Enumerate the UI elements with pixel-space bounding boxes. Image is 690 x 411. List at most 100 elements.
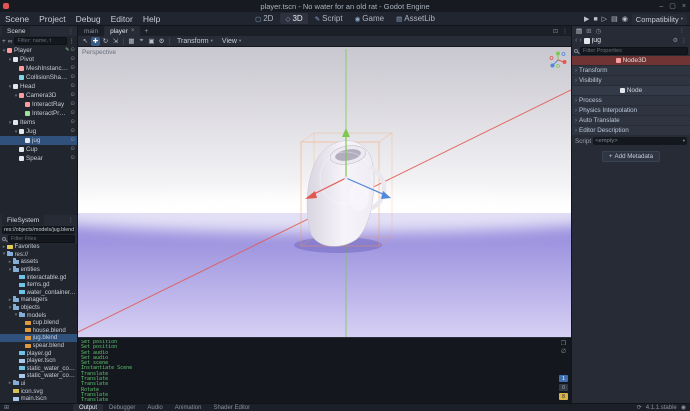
instance-scene-button[interactable]: ∞: [8, 38, 13, 45]
category-node3d[interactable]: Node3D: [572, 56, 690, 65]
inspector-filter-input[interactable]: [580, 47, 688, 55]
visibility-eye-icon[interactable]: ⊙: [70, 93, 75, 99]
section-transform[interactable]: › Transform: [572, 66, 690, 75]
version-label[interactable]: 4.1.1.stable: [646, 405, 677, 411]
add-metadata-button[interactable]: + Add Metadata: [602, 151, 660, 162]
expand-panel-icon[interactable]: ⊡: [553, 28, 558, 35]
tree-node-row[interactable]: InteractPrompt⊙: [0, 109, 77, 118]
fs-row[interactable]: ▾entities: [0, 266, 77, 274]
gizmo-center-handle[interactable]: [345, 177, 348, 180]
visibility-eye-icon[interactable]: ⊙: [70, 156, 75, 162]
section-visibility[interactable]: › Visibility: [572, 76, 690, 85]
scale-tool[interactable]: ⇲: [111, 37, 120, 46]
fs-row[interactable]: interactable.gd: [0, 273, 77, 281]
workspace-script-button[interactable]: ✎Script: [310, 13, 348, 24]
menu-debug[interactable]: Debug: [71, 14, 106, 24]
add-node-button[interactable]: +: [2, 38, 6, 45]
message-count-badge[interactable]: 1: [559, 375, 568, 382]
select-tool[interactable]: ↖: [81, 37, 90, 46]
object-menu-icon[interactable]: ⋮: [681, 37, 687, 44]
workspace-game-button[interactable]: ◉Game: [350, 13, 389, 24]
bottom-tab-debugger[interactable]: Debugger: [103, 404, 141, 411]
viewport-3d[interactable]: Perspective: [78, 47, 571, 337]
visibility-eye-icon[interactable]: ⊙: [70, 138, 75, 144]
gizmo-settings-icon[interactable]: ⚙: [157, 37, 166, 46]
fs-row[interactable]: ▾res://: [0, 251, 77, 259]
visibility-eye-icon[interactable]: ⊙: [70, 66, 75, 72]
workspace-assetlib-button[interactable]: ▤AssetLib: [391, 13, 440, 24]
fs-row[interactable]: ▾models: [0, 311, 77, 319]
fs-row[interactable]: items.gd: [0, 281, 77, 289]
tab-inspector[interactable]: ▤: [576, 27, 582, 35]
menu-scene[interactable]: Scene: [0, 14, 34, 24]
tree-node-row[interactable]: ▾Pivot⊙: [0, 55, 77, 64]
projection-menu[interactable]: Perspective: [82, 49, 116, 56]
tree-node-row[interactable]: MeshInstance3D⊙: [0, 64, 77, 73]
bottom-tab-audio[interactable]: Audio: [141, 404, 168, 411]
script-icon[interactable]: ✎: [65, 48, 69, 53]
visibility-eye-icon[interactable]: ⊙: [70, 57, 75, 63]
copy-icon[interactable]: ❐: [561, 341, 566, 347]
bottom-tab-animation[interactable]: Animation: [169, 404, 208, 411]
filesystem-path-bar[interactable]: res://objects/models/jug.blend ★: [2, 226, 75, 234]
history-back-icon[interactable]: ‹: [575, 37, 577, 44]
tree-node-row[interactable]: CollisionShape3D⊙: [0, 73, 77, 82]
move-tool[interactable]: ✚: [91, 37, 100, 46]
section-auto-translate[interactable]: › Auto Translate: [572, 116, 690, 125]
visibility-eye-icon[interactable]: ⊙: [70, 120, 75, 126]
fs-row[interactable]: cup.blend: [0, 319, 77, 327]
selection-list-tool[interactable]: ▦: [127, 37, 136, 46]
fs-row[interactable]: house.blend: [0, 327, 77, 335]
tab-list-menu-icon[interactable]: ⋮: [562, 28, 568, 35]
tree-node-row[interactable]: ▾Jug⊙: [0, 127, 77, 136]
visibility-eye-icon[interactable]: ⊙: [70, 129, 75, 135]
fs-row[interactable]: ▸assets: [0, 258, 77, 266]
fs-row[interactable]: water_container.gd: [0, 289, 77, 297]
scene-options-icon[interactable]: ⋮: [69, 37, 76, 45]
close-button[interactable]: ×: [682, 3, 686, 10]
add-scene-tab-button[interactable]: +: [140, 26, 152, 36]
section-editor-description[interactable]: › Editor Description: [572, 126, 690, 135]
tab-history[interactable]: ◷: [596, 27, 602, 35]
dock-menu-icon[interactable]: ⋮: [68, 217, 75, 224]
bottom-tab-output[interactable]: Output: [73, 404, 103, 411]
tab-node[interactable]: ⊞: [586, 27, 591, 35]
fs-row[interactable]: ▾objects: [0, 304, 77, 312]
fs-row[interactable]: ▸ui: [0, 380, 77, 388]
tab-filesystem[interactable]: FileSystem: [2, 215, 44, 225]
play-custom-scene-icon[interactable]: ▤: [611, 15, 618, 23]
tree-node-row[interactable]: InteractRay⊙: [0, 100, 77, 109]
category-node[interactable]: Node: [572, 86, 690, 95]
visibility-eye-icon[interactable]: ⊙: [70, 102, 75, 108]
section-process[interactable]: › Process: [572, 96, 690, 105]
local-space-toggle[interactable]: ▣: [147, 37, 156, 46]
fs-row[interactable]: ▸Favorites: [0, 243, 77, 251]
tree-node-row[interactable]: Spear⊙: [0, 154, 77, 163]
fs-row-selected[interactable]: jug.blend: [0, 334, 77, 342]
tree-node-row[interactable]: Cup⊙: [0, 145, 77, 154]
notification-bell-icon[interactable]: ◉: [681, 404, 686, 411]
view-menu[interactable]: View▾: [218, 38, 245, 45]
scene-tab-main[interactable]: main: [78, 26, 104, 36]
close-icon[interactable]: ×: [131, 28, 135, 34]
visibility-eye-icon[interactable]: ⊙: [70, 48, 75, 54]
object-tools-icon[interactable]: ⚙: [673, 37, 678, 44]
dock-layout-icon[interactable]: ⊞: [0, 404, 13, 411]
tree-node-row[interactable]: ▾Head⊙: [0, 82, 77, 91]
axis-navigation-gizmo[interactable]: [549, 50, 567, 68]
menu-project[interactable]: Project: [34, 14, 70, 24]
scene-filter-input[interactable]: [14, 37, 66, 45]
visibility-eye-icon[interactable]: ⊙: [70, 147, 75, 153]
transform-menu[interactable]: Transform▾: [173, 38, 217, 45]
fs-row[interactable]: player.gd: [0, 349, 77, 357]
filesystem-filter-input[interactable]: [8, 235, 75, 243]
visibility-eye-icon[interactable]: ⊙: [70, 111, 75, 117]
fs-row[interactable]: static_water_container.gd: [0, 365, 77, 373]
workspace-2d-button[interactable]: ▢2D: [250, 13, 278, 24]
warning-count-badge[interactable]: 8: [559, 393, 568, 400]
tree-node-row[interactable]: ▾Items⊙: [0, 118, 77, 127]
section-physics-interpolation[interactable]: › Physics Interpolation: [572, 106, 690, 115]
bottom-tab-shader-editor[interactable]: Shader Editor: [207, 404, 256, 411]
visibility-eye-icon[interactable]: ⊙: [70, 84, 75, 90]
tree-node-row[interactable]: ▾Player✎⊙: [0, 46, 77, 55]
